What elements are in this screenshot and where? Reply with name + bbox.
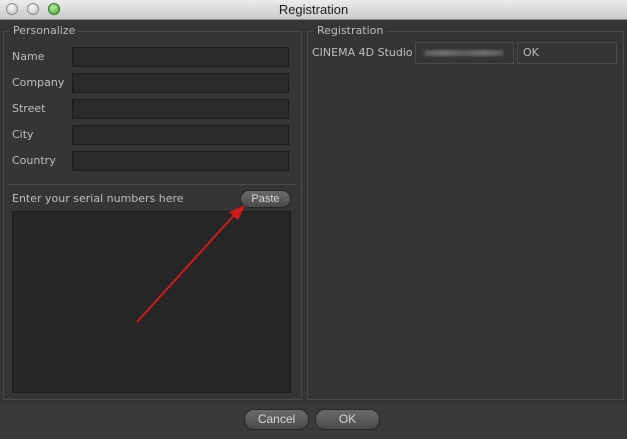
registration-window: Registration Personalize Name Company St…	[0, 0, 627, 439]
annotation-arrow-icon	[136, 205, 245, 323]
